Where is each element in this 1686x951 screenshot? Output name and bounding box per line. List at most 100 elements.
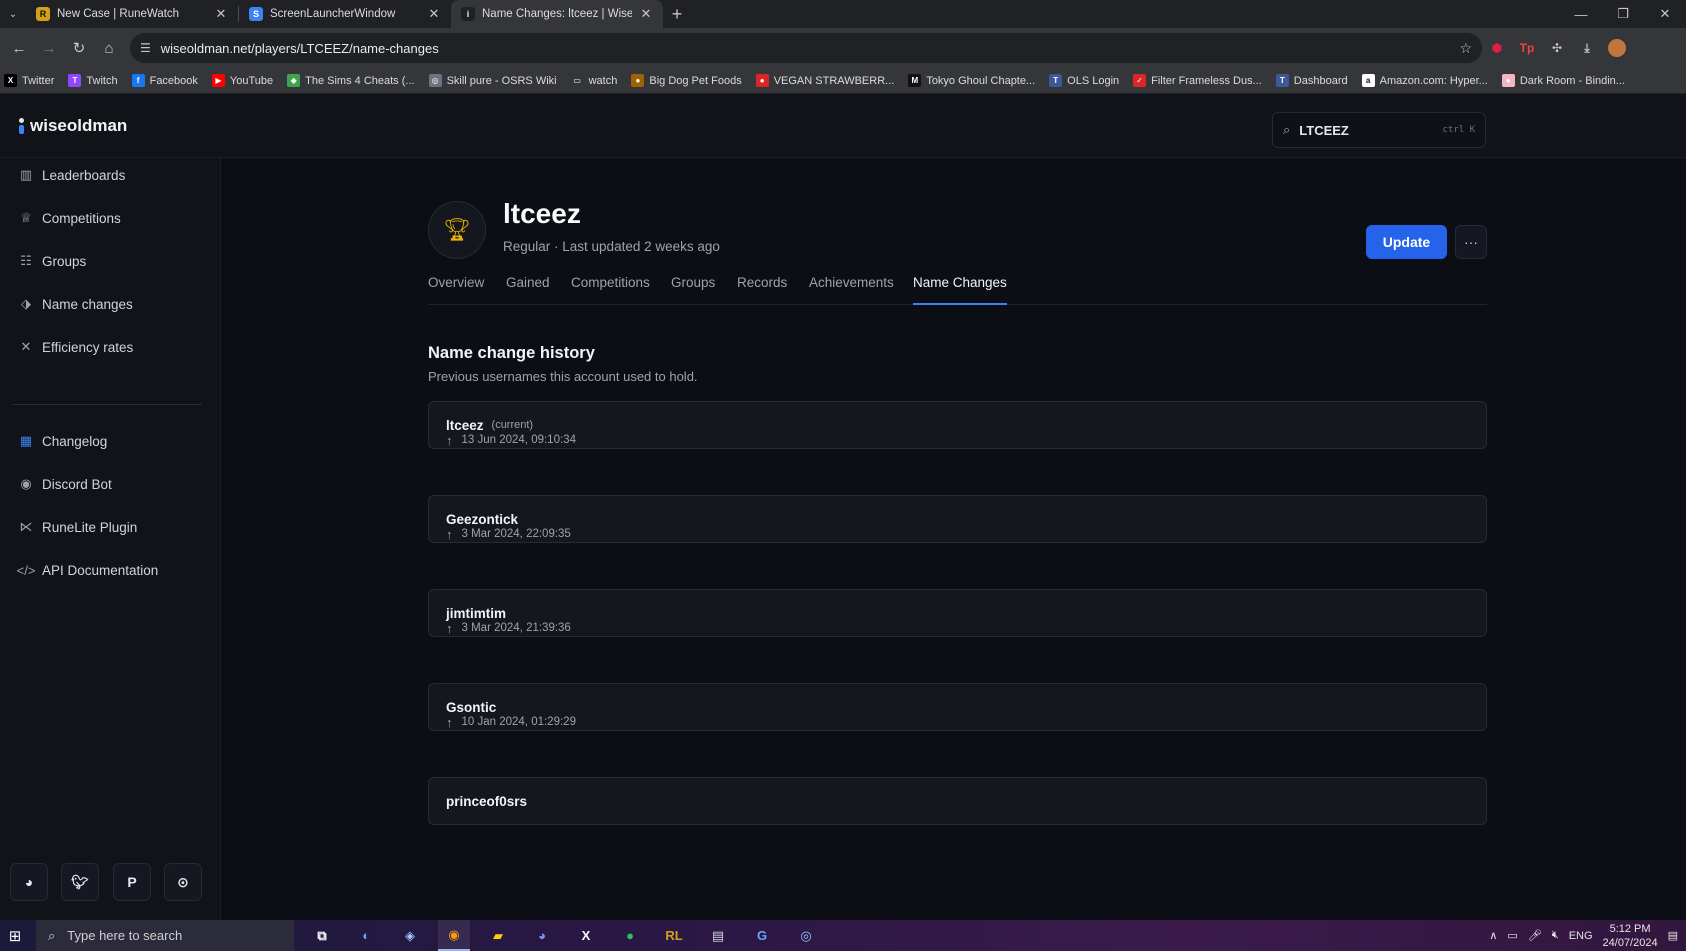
language-indicator[interactable]: ENG xyxy=(1569,930,1593,942)
volume-muted-icon[interactable]: 🔇︎ xyxy=(1552,929,1559,942)
tab-overview[interactable]: Overview xyxy=(428,275,484,305)
bookmark-3[interactable]: f Facebook xyxy=(131,74,198,87)
bookmark-favicon-icon: X xyxy=(4,74,17,87)
discord-social-button[interactable]: ◕ xyxy=(10,863,48,901)
microphone-icon[interactable]: 🎤︎ xyxy=(1528,929,1542,942)
bookmark-8[interactable]: ● Big Dog Pet Foods xyxy=(631,74,742,87)
close-window-icon[interactable]: ✕ xyxy=(1644,0,1686,28)
app-circle-icon[interactable]: ◎ xyxy=(790,920,822,951)
runelite-taskbar-icon[interactable]: RL xyxy=(658,920,690,951)
task-view-icon[interactable]: ⧉ xyxy=(306,920,338,951)
users-icon: ☷ xyxy=(20,253,32,268)
extensions-puzzle-icon[interactable]: ✣ xyxy=(1542,33,1572,63)
runewatch-icon: R xyxy=(36,7,50,21)
network-icon[interactable]: ▭ xyxy=(1507,929,1517,942)
tray-chevron-icon[interactable]: ∧ xyxy=(1489,929,1497,942)
home-icon[interactable]: ⌂ xyxy=(94,33,124,63)
url-text[interactable]: wiseoldman.net/players/LTCEEZ/name-chang… xyxy=(161,41,1450,56)
forward-icon[interactable]: → xyxy=(34,33,64,63)
close-tab-icon[interactable]: ✕ xyxy=(427,6,441,22)
adblock-extension-icon[interactable]: ⬢ xyxy=(1482,33,1512,63)
discord-taskbar-icon[interactable]: ◕ xyxy=(526,920,558,951)
player-search-input[interactable]: ⌕ LTCEEZ ctrl K xyxy=(1272,112,1486,148)
browser-tab-3[interactable]: i Name Changes: ltceez | Wise Ol ✕ xyxy=(451,0,663,28)
app-g-icon[interactable]: G xyxy=(746,920,778,951)
tab-gained[interactable]: Gained xyxy=(506,275,550,305)
sidebar-item-groups[interactable]: ☷ Groups xyxy=(18,249,86,273)
file-explorer-icon[interactable]: ▰ xyxy=(482,920,514,951)
tab-search-icon[interactable]: ⌄ xyxy=(0,0,26,28)
bookmark-14[interactable]: a Amazon.com: Hyper... xyxy=(1361,74,1488,87)
restore-icon[interactable]: ❐ xyxy=(1602,0,1644,28)
sidebar-item-leaderboards[interactable]: ▥ Leaderboards xyxy=(18,163,125,187)
search-value[interactable]: LTCEEZ xyxy=(1299,123,1433,138)
address-bar[interactable]: ☰ wiseoldman.net/players/LTCEEZ/name-cha… xyxy=(130,33,1482,63)
patreon-social-button[interactable]: P xyxy=(113,863,151,901)
bookmark-15[interactable]: ● Dark Room - Bindin... xyxy=(1501,74,1625,87)
sidebar-item-discord-bot[interactable]: ◉ Discord Bot xyxy=(18,472,111,496)
bookmark-9[interactable]: ● VEGAN STRAWBERR... xyxy=(755,74,894,87)
app-window-icon[interactable]: ▤ xyxy=(702,920,734,951)
sidebar-item-competitions[interactable]: ♕ Competitions xyxy=(18,206,121,230)
tab-competitions[interactable]: Competitions xyxy=(571,275,650,305)
twitter-social-button[interactable]: 🐦︎ xyxy=(61,863,99,901)
profile-avatar-icon[interactable] xyxy=(1602,33,1632,63)
bookmark-2[interactable]: T Twitch xyxy=(68,74,118,87)
downloads-icon[interactable]: ⤓ xyxy=(1572,33,1602,63)
tab-records[interactable]: Records xyxy=(737,275,787,305)
sidebar-item-name-changes[interactable]: ⬗ Name changes xyxy=(18,292,133,316)
bookmark-favicon-icon: T xyxy=(1049,74,1063,87)
browser-tab-1[interactable]: R New Case | RuneWatch ✕ xyxy=(26,0,238,28)
notifications-icon[interactable]: ▤ xyxy=(1668,929,1678,942)
bookmark-6[interactable]: ◎ Skill pure - OSRS Wiki xyxy=(428,74,557,87)
sidebar-item-label: Changelog xyxy=(42,433,108,449)
brand-logo[interactable]: wiseoldman xyxy=(18,116,127,136)
more-options-button[interactable]: ··· xyxy=(1455,225,1487,259)
tab-name-changes[interactable]: Name Changes xyxy=(913,275,1007,305)
sidebar-item-efficiency-rates[interactable]: ✕ Efficiency rates xyxy=(18,335,134,359)
reload-icon[interactable]: ↻ xyxy=(64,33,94,63)
taskbar-search-input[interactable]: ⌕ Type here to search xyxy=(36,920,294,951)
bookmark-7[interactable]: ▭ watch xyxy=(570,74,617,87)
windows-taskbar: ⊞ ⌕ Type here to search ⧉ ◐ ◈ ◉ ▰ ◕ X ● … xyxy=(0,920,1686,951)
tab-title: ScreenLauncherWindow xyxy=(270,8,396,20)
bookmark-1[interactable]: X Twitter xyxy=(4,74,54,87)
sidebar-item-api-documentation[interactable]: </> API Documentation xyxy=(17,558,159,582)
tab-achievements[interactable]: Achievements xyxy=(809,275,894,305)
bookmark-4[interactable]: ▶ YouTube xyxy=(211,74,273,87)
bookmark-11[interactable]: T OLS Login xyxy=(1049,74,1119,87)
close-tab-icon[interactable]: ✕ xyxy=(639,6,653,22)
copilot-icon[interactable]: ◐ xyxy=(350,920,382,951)
sidebar-divider xyxy=(12,404,202,405)
bookmark-13[interactable]: T Dashboard xyxy=(1275,74,1348,87)
update-button[interactable]: Update xyxy=(1366,225,1447,259)
bookmark-label: Dashboard xyxy=(1293,74,1348,87)
x-app-icon[interactable]: X xyxy=(570,920,602,951)
bookmark-favicon-icon: ✓ xyxy=(1133,74,1147,87)
extension-tp-icon[interactable]: Tp xyxy=(1512,33,1542,63)
back-icon[interactable]: ← xyxy=(4,33,34,63)
player-subtitle: Regular · Last updated 2 weeks ago xyxy=(503,239,720,254)
close-tab-icon[interactable]: ✕ xyxy=(214,6,228,22)
bookmark-12[interactable]: ✓ Filter Frameless Dus... xyxy=(1133,74,1262,87)
bookmark-5[interactable]: ◆ The Sims 4 Cheats (... xyxy=(287,74,415,87)
clock-date: 24/07/2024 xyxy=(1602,936,1658,949)
steam-icon[interactable]: ◈ xyxy=(394,920,426,951)
new-tab-button[interactable]: + xyxy=(663,4,691,25)
tag-icon: ⬗ xyxy=(21,296,31,311)
taskbar-clock[interactable]: 5:12 PM 24/07/2024 xyxy=(1603,922,1658,950)
chrome-icon[interactable]: ◉ xyxy=(438,920,470,951)
bookmark-star-icon[interactable]: ☆ xyxy=(1459,40,1472,57)
minimize-icon[interactable]: — xyxy=(1560,0,1602,28)
tab-groups[interactable]: Groups xyxy=(671,275,715,305)
spotify-icon[interactable]: ● xyxy=(614,920,646,951)
site-info-icon[interactable]: ☰ xyxy=(140,41,151,55)
github-social-button[interactable]: ⊙ xyxy=(164,863,202,901)
sidebar-item-runelite-plugin[interactable]: ⋉ RuneLite Plugin xyxy=(18,515,138,539)
bookmark-10[interactable]: M Tokyo Ghoul Chapte... xyxy=(908,74,1035,87)
app-header: wiseoldman ⌕ LTCEEZ ctrl K xyxy=(0,94,1686,158)
windows-start-icon[interactable]: ⊞ xyxy=(0,920,30,951)
sidebar-item-changelog[interactable]: ▦ Changelog xyxy=(18,429,107,453)
browser-tab-2[interactable]: S ScreenLauncherWindow ✕ xyxy=(239,0,451,28)
section-title: Name change history xyxy=(428,344,595,362)
